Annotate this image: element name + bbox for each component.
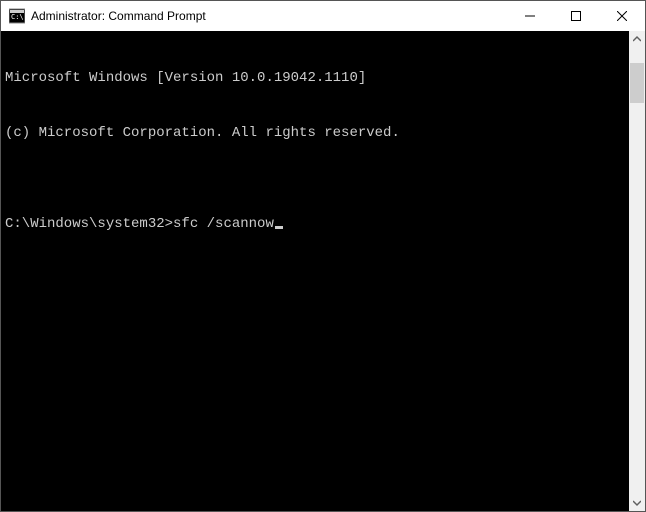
close-icon bbox=[617, 11, 627, 21]
chevron-down-icon bbox=[633, 499, 641, 507]
vertical-scrollbar[interactable] bbox=[629, 31, 645, 511]
minimize-icon bbox=[525, 11, 535, 21]
close-button[interactable] bbox=[599, 1, 645, 31]
terminal-output-line: Microsoft Windows [Version 10.0.19042.11… bbox=[5, 69, 625, 87]
terminal-prompt: C:\Windows\system32> bbox=[5, 215, 173, 233]
content-area: Microsoft Windows [Version 10.0.19042.11… bbox=[1, 31, 645, 511]
scroll-track[interactable] bbox=[629, 47, 645, 495]
cmd-icon: C:\ bbox=[9, 8, 25, 24]
scroll-down-button[interactable] bbox=[629, 495, 645, 511]
maximize-button[interactable] bbox=[553, 1, 599, 31]
window-title: Administrator: Command Prompt bbox=[31, 9, 507, 23]
maximize-icon bbox=[571, 11, 581, 21]
titlebar[interactable]: C:\ Administrator: Command Prompt bbox=[1, 1, 645, 31]
minimize-button[interactable] bbox=[507, 1, 553, 31]
window-frame: C:\ Administrator: Command Prompt bbox=[0, 0, 646, 512]
terminal[interactable]: Microsoft Windows [Version 10.0.19042.11… bbox=[1, 31, 629, 511]
svg-text:C:\: C:\ bbox=[11, 13, 24, 21]
chevron-up-icon bbox=[633, 35, 641, 43]
terminal-output-line: (c) Microsoft Corporation. All rights re… bbox=[5, 124, 625, 142]
terminal-cursor bbox=[275, 226, 283, 229]
scroll-up-button[interactable] bbox=[629, 31, 645, 47]
terminal-prompt-line: C:\Windows\system32>sfc /scannow bbox=[5, 215, 625, 233]
window-controls bbox=[507, 1, 645, 31]
scroll-thumb[interactable] bbox=[630, 63, 644, 103]
terminal-command: sfc /scannow bbox=[173, 215, 274, 233]
